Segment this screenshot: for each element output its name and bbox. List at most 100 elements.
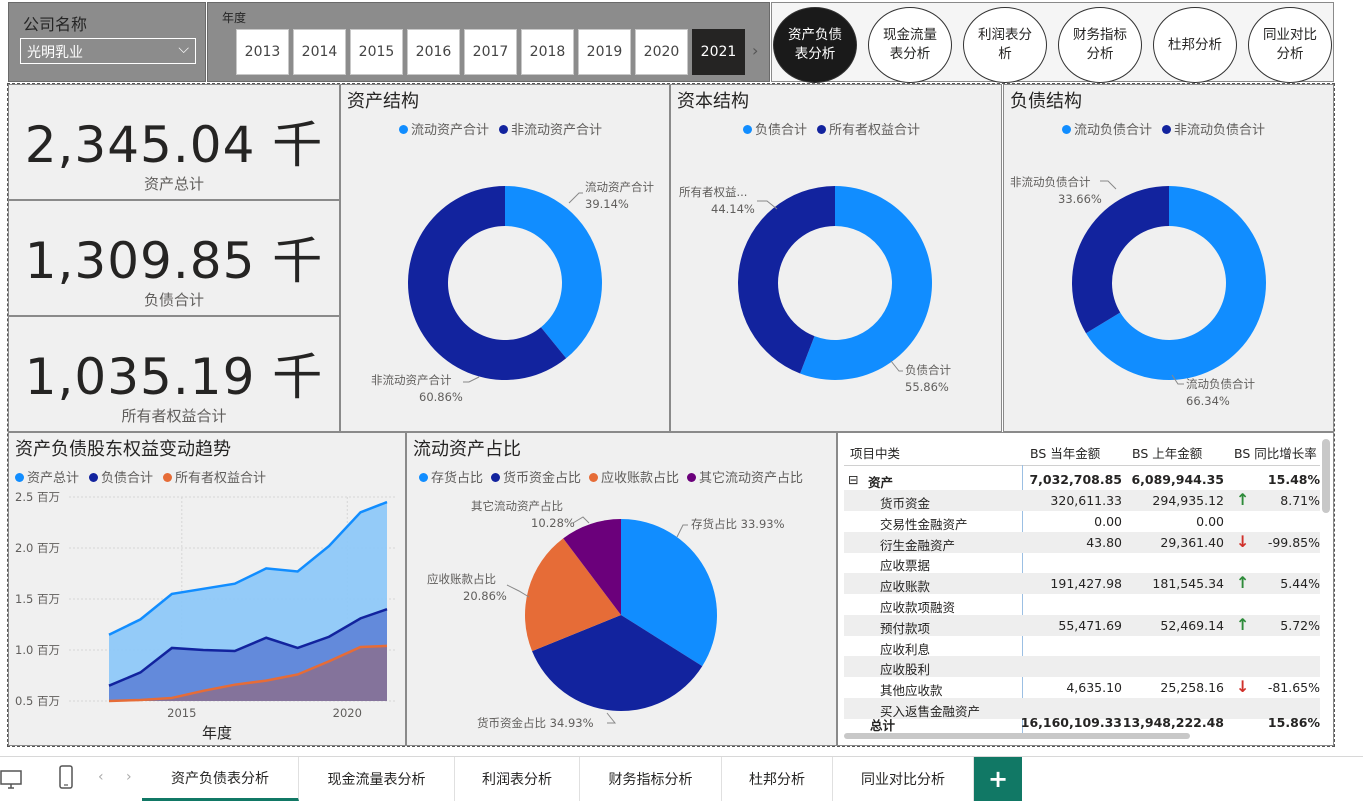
leader-line xyxy=(606,712,617,724)
chevron-down-icon: ⌵ xyxy=(178,41,189,57)
slice-label: 流动负债合计 xyxy=(1186,377,1255,391)
year-button-2020[interactable]: 2020 xyxy=(635,29,688,75)
current-amount: 55,471.69 xyxy=(1058,617,1122,633)
desktop-icon[interactable] xyxy=(0,769,24,789)
pie-slice-1[interactable] xyxy=(1072,186,1169,334)
prior-amount: 294,935.12 xyxy=(1152,493,1224,508)
slice-label: 货币资金占比 34.93% xyxy=(477,716,594,730)
slice-label: 负债合计 xyxy=(905,363,951,377)
company-slicer: 公司名称 光明乳业 ⌵ xyxy=(8,2,206,82)
horizontal-scrollbar[interactable] xyxy=(844,733,1190,739)
table-group-row[interactable]: ⊟ 资产 7,032,708.85 6,089,944.35 15.48% xyxy=(844,469,1320,490)
y-tick-label: 0.5 百万 xyxy=(15,694,60,708)
table-row[interactable]: 应收票据 xyxy=(844,552,1320,573)
column-header[interactable]: BS 上年金额 xyxy=(1132,443,1202,462)
slice-label-text: 货币资金占比 xyxy=(477,716,546,730)
current-amount: 4,635.10 xyxy=(1066,680,1122,696)
slice-value-label: 66.34% xyxy=(1186,394,1230,408)
tab-dupont[interactable]: 杜邦分析 xyxy=(722,757,833,801)
current-amount: 43.80 xyxy=(1086,534,1122,550)
table-row[interactable]: 其他应收款 4,635.10 25,258.16 -81.65% ↓ xyxy=(844,677,1320,698)
slice-label-text: 存货占比 xyxy=(691,517,737,531)
table-row[interactable]: 应收款项融资 xyxy=(844,594,1320,615)
y-tick-label: 1.5 百万 xyxy=(15,592,60,606)
nav-income-statement[interactable]: 利润表分析 xyxy=(963,7,1047,83)
column-header[interactable]: 项目中类 xyxy=(850,443,900,462)
tab-label: 利润表分析 xyxy=(482,772,552,788)
year-button-2015[interactable]: 2015 xyxy=(350,29,403,75)
x-tick-label: 2020 xyxy=(333,706,362,720)
pie-slice-0[interactable] xyxy=(505,186,602,359)
current-amount: 16,160,109.33 xyxy=(1020,715,1122,730)
kpi-card-total-liabilities: 1,309.85 千 负债合计 xyxy=(8,200,340,316)
kpi-value: 1,035.19 千 xyxy=(24,348,324,406)
current-amount: 0.00 xyxy=(1094,513,1122,529)
year-button-2014[interactable]: 2014 xyxy=(293,29,346,75)
tab-cash-flow[interactable]: 现金流量表分析 xyxy=(299,757,455,801)
nav-label: 现金流量表分析 xyxy=(883,27,937,62)
phone-icon[interactable] xyxy=(58,765,74,791)
arrow-up-icon: ↑ xyxy=(1236,573,1250,593)
year-button-2019[interactable]: 2019 xyxy=(578,29,631,75)
y-tick-label: 2.5 百万 xyxy=(15,490,60,504)
kpi-label: 所有者权益合计 xyxy=(121,407,227,425)
leader-line xyxy=(1100,180,1117,190)
nav-dupont[interactable]: 杜邦分析 xyxy=(1153,7,1237,83)
tab-balance-sheet[interactable]: 资产负债表分析 xyxy=(142,757,299,801)
slice-label: 其它流动资产占比 xyxy=(471,499,563,513)
prior-amount: 52,469.14 xyxy=(1160,617,1224,633)
vertical-scrollbar[interactable] xyxy=(1322,439,1330,513)
table-row[interactable]: 应收利息 xyxy=(844,636,1320,657)
current-amount: 191,427.98 xyxy=(1050,576,1122,592)
collapse-toggle[interactable]: ⊟ xyxy=(848,472,858,487)
chevron-left-icon[interactable]: ‹ xyxy=(98,769,104,785)
slice-value-label: 39.14% xyxy=(585,197,629,211)
kpi-value: 1,309.85 千 xyxy=(24,232,324,290)
year-button-2013[interactable]: 2013 xyxy=(236,29,289,75)
y-tick-label: 1.0 百万 xyxy=(15,643,60,657)
growth-rate: 15.48% xyxy=(1267,472,1320,487)
year-button-2018[interactable]: 2018 xyxy=(521,29,574,75)
arrow-up-icon: ↑ xyxy=(1236,614,1250,634)
table-row[interactable]: 应收股利 xyxy=(844,656,1320,678)
company-slicer-label: 公司名称 xyxy=(23,15,88,34)
nav-balance-sheet[interactable]: 资产负债表分析 xyxy=(773,7,857,83)
x-tick-label: 2015 xyxy=(167,706,196,720)
nav-label: 同业对比分析 xyxy=(1263,27,1317,62)
add-page-button[interactable]: + xyxy=(974,757,1022,801)
tab-peer-comparison[interactable]: 同业对比分析 xyxy=(833,757,974,801)
tab-financial-indicators[interactable]: 财务指标分析 xyxy=(580,757,722,801)
nav-label: 资产负债表分析 xyxy=(788,27,842,62)
nav-financial-indicators[interactable]: 财务指标分析 xyxy=(1058,7,1142,83)
trend-area-chart: 资产负债股东权益变动趋势 资产总计 负债合计 所有者权益合计 2.5 百万 2.0… xyxy=(8,432,406,746)
table-row[interactable]: 货币资金 320,611.33 294,935.12 8.71% ↑ xyxy=(844,490,1320,511)
slice-label: 非流动资产合计 xyxy=(371,373,452,387)
nav-cash-flow[interactable]: 现金流量表分析 xyxy=(868,7,952,83)
nav-label: 利润表分析 xyxy=(978,27,1032,62)
year-button-2021[interactable]: 2021 xyxy=(692,29,745,75)
growth-rate: 8.71% xyxy=(1280,493,1320,508)
table-row[interactable]: 应收账款 191,427.98 181,545.34 5.44% ↑ xyxy=(844,573,1320,595)
year-button-2016[interactable]: 2016 xyxy=(407,29,460,75)
slice-value-label: 44.14% xyxy=(711,202,755,216)
company-dropdown[interactable]: 光明乳业 ⌵ xyxy=(20,38,196,64)
x-axis-title: 年度 xyxy=(202,724,232,742)
column-header[interactable]: BS 同比增长率 xyxy=(1234,443,1317,462)
chevron-right-icon[interactable]: › xyxy=(752,41,758,60)
column-header[interactable]: BS 当年金额 xyxy=(1030,443,1100,462)
tab-income-statement[interactable]: 利润表分析 xyxy=(455,757,580,801)
kpi-value: 2,345.04 千 xyxy=(24,116,324,174)
tab-label: 杜邦分析 xyxy=(749,772,805,788)
table-row[interactable]: 衍生金融资产 43.80 29,361.40 -99.85% ↓ xyxy=(844,531,1320,553)
liability-structure-chart: 负债结构 流动负债合计 非流动负债合计 非流动负债合计 33.66% 流动负债合… xyxy=(1003,84,1334,432)
chevron-right-icon[interactable]: › xyxy=(126,769,132,785)
row-label: 应收款项融资 xyxy=(880,600,956,615)
table-row[interactable]: 预付款项 55,471.69 52,469.14 5.72% ↑ xyxy=(844,614,1320,636)
year-button-2017[interactable]: 2017 xyxy=(464,29,517,75)
slice-value-label: 34.93% xyxy=(550,716,594,730)
table-total-row[interactable]: 总计 16,160,109.33 13,948,222.48 15.86% xyxy=(844,712,1320,733)
table-row[interactable]: 交易性金融资产 0.00 0.00 xyxy=(844,511,1320,532)
nav-peer-comparison[interactable]: 同业对比分析 xyxy=(1248,7,1332,83)
slice-label: 非流动负债合计 xyxy=(1010,175,1091,189)
prior-amount: 6,089,944.35 xyxy=(1131,472,1224,487)
